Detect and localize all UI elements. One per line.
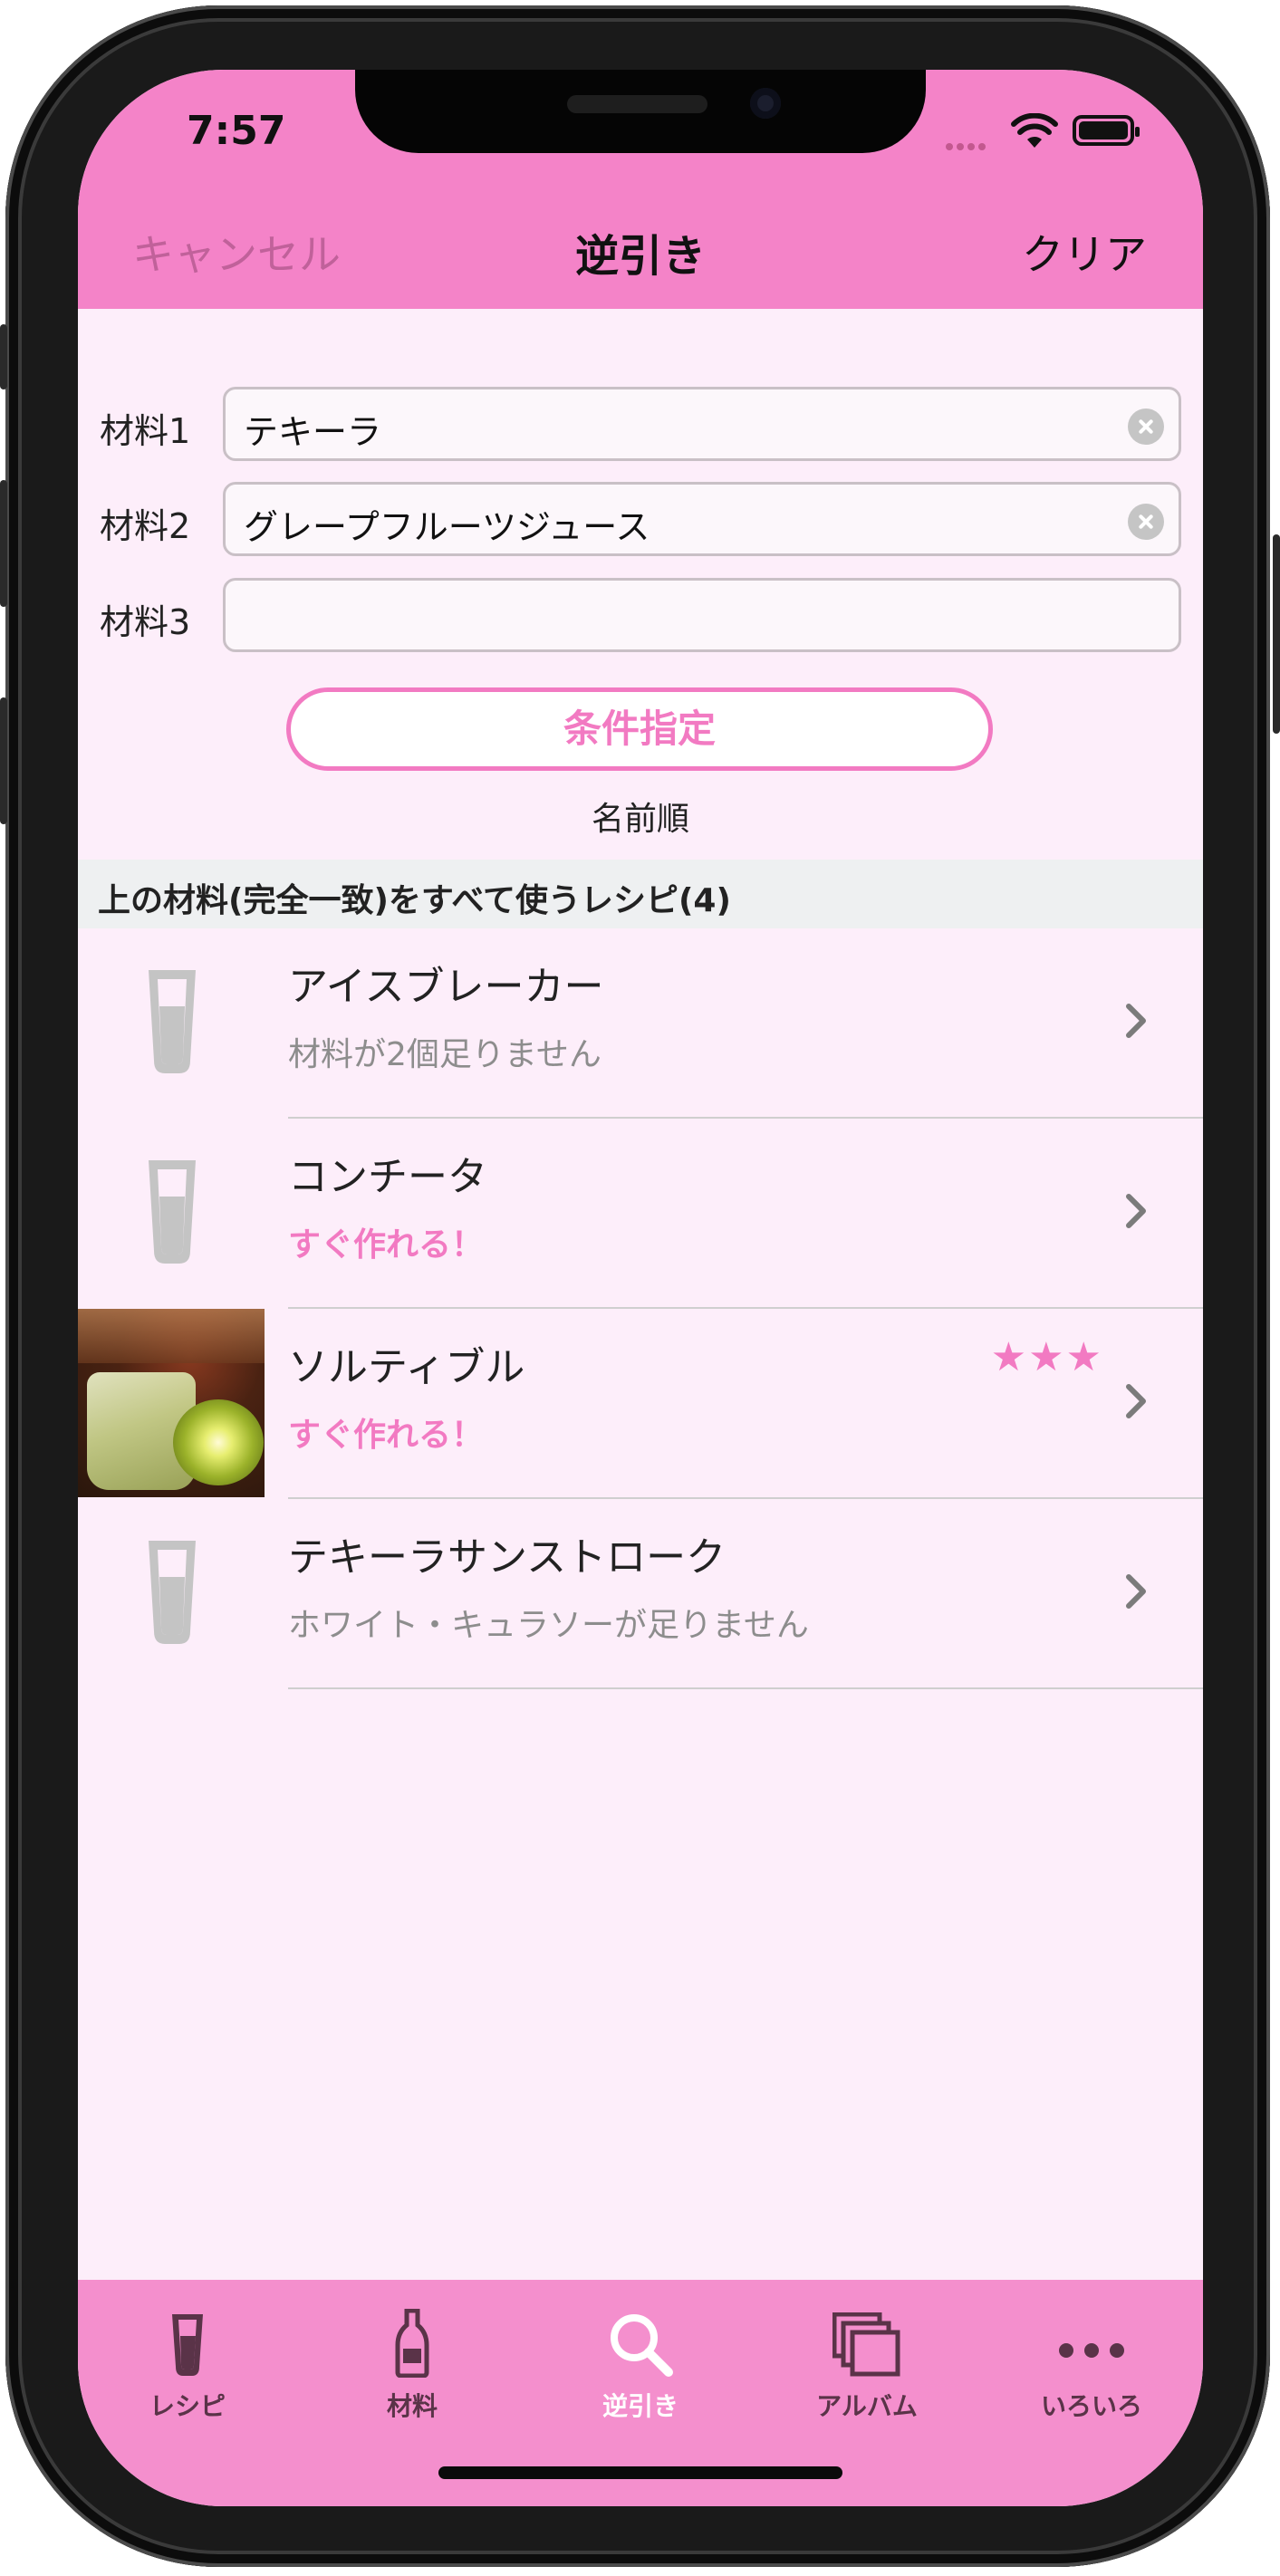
ingredient-2-input[interactable]: グレープフルーツジュース <box>223 482 1181 556</box>
more-icon <box>1059 2343 1124 2358</box>
tab-ingredients[interactable]: 材料 <box>335 2296 489 2423</box>
mute-switch <box>0 324 7 389</box>
tab-label: 逆引き <box>602 2391 678 2421</box>
recipe-photo <box>78 1309 265 1497</box>
recipe-name: ソルティブル <box>288 1344 525 1390</box>
volume-up-button <box>0 480 7 607</box>
ingredient-row-3: 材料3 <box>78 578 1203 656</box>
tab-label: アルバム <box>816 2391 918 2421</box>
wifi-icon <box>1011 113 1058 148</box>
recipe-name: テキーラサンストローク <box>288 1534 727 1581</box>
power-button <box>1273 534 1280 734</box>
chevron-right-icon <box>1126 1384 1146 1418</box>
glass-icon <box>172 2314 203 2376</box>
tab-more[interactable]: いろいろ <box>1015 2296 1169 2423</box>
star-rating: ★★★ <box>990 1334 1103 1380</box>
ingredient-label: 材料3 <box>100 602 191 642</box>
chevron-right-icon <box>1126 1574 1146 1609</box>
recipe-row[interactable]: アイスブレーカー 材料が2個足りません <box>78 928 1203 1119</box>
clear-field-icon[interactable] <box>1128 409 1164 445</box>
row-divider <box>288 1687 1203 1689</box>
status-time: 7:57 <box>187 108 286 154</box>
glass-icon <box>149 1541 196 1644</box>
section-header-label: 上の材料(完全一致)をすべて使うレシピ(4) <box>98 882 731 919</box>
glass-icon <box>149 970 196 1073</box>
recipe-row[interactable]: ソルティブル ★★★ すぐ作れる！ <box>78 1309 1203 1499</box>
cellular-signal-icon <box>946 137 989 154</box>
ingredient-value: テキーラ <box>244 412 382 452</box>
sort-order-label[interactable]: 名前順 <box>78 793 1203 840</box>
home-indicator[interactable] <box>438 2466 842 2479</box>
volume-down-button <box>0 697 7 824</box>
battery-icon <box>1073 115 1140 146</box>
clear-button[interactable]: クリア <box>1022 222 1147 282</box>
tab-reverse-search[interactable]: 逆引き <box>563 2296 717 2423</box>
recipe-row[interactable]: コンチータ すぐ作れる！ <box>78 1119 1203 1309</box>
recipe-name: コンチータ <box>288 1154 487 1200</box>
glass-icon <box>149 1160 196 1264</box>
recipe-status: すぐ作れる！ <box>288 1417 485 1454</box>
ingredient-value: グレープフルーツジュース <box>244 507 650 547</box>
condition-button[interactable]: 条件指定 <box>286 687 993 771</box>
ingredient-3-input[interactable] <box>223 578 1181 652</box>
search-icon <box>611 2314 673 2377</box>
section-header: 上の材料(完全一致)をすべて使うレシピ(4) <box>78 860 1203 928</box>
tab-label: いろいろ <box>1040 2391 1142 2421</box>
tab-label: 材料 <box>386 2391 438 2421</box>
ingredient-row-2: 材料2 グレープフルーツジュース <box>78 482 1203 560</box>
clear-field-icon[interactable] <box>1128 504 1164 540</box>
recipe-row[interactable]: テキーラサンストローク ホワイト・キュラソーが足りません <box>78 1499 1203 1689</box>
tab-recipes[interactable]: レシピ <box>111 2296 265 2423</box>
album-icon <box>832 2312 900 2377</box>
recipe-name: アイスブレーカー <box>288 964 604 1010</box>
chevron-right-icon <box>1126 1194 1146 1228</box>
tab-label: レシピ <box>149 2391 226 2421</box>
ingredient-row-1: 材料1 テキーラ <box>78 387 1203 465</box>
ingredient-label: 材料1 <box>100 411 191 451</box>
ingredient-label: 材料2 <box>100 506 191 546</box>
speaker-grille <box>567 95 707 113</box>
tab-album[interactable]: アルバム <box>790 2296 944 2423</box>
screen: 7:57 キャンセル 逆引き クリア 材料1 テキーラ 材料2 グレープフルーツ… <box>78 70 1203 2506</box>
recipe-status: ホワイト・キュラソーが足りません <box>288 1607 809 1644</box>
recipe-status: すぐ作れる！ <box>288 1226 485 1264</box>
ingredient-1-input[interactable]: テキーラ <box>223 387 1181 461</box>
bottle-icon <box>395 2309 429 2378</box>
recipe-status: 材料が2個足りません <box>288 1036 602 1073</box>
chevron-right-icon <box>1126 1004 1146 1038</box>
front-camera <box>750 88 781 119</box>
